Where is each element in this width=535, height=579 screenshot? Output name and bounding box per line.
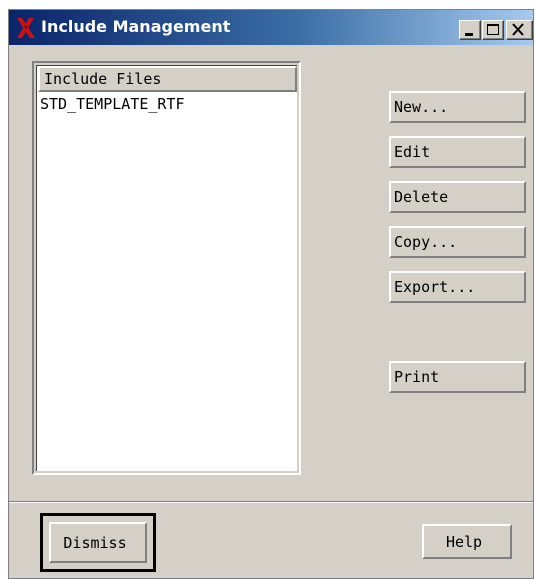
- edit-button[interactable]: Edit: [389, 136, 526, 168]
- minimize-icon: [465, 33, 473, 36]
- close-button[interactable]: [506, 20, 533, 40]
- list-items: STD_TEMPLATE_RTF: [39, 94, 295, 114]
- list-item[interactable]: STD_TEMPLATE_RTF: [39, 94, 295, 114]
- minimize-button[interactable]: [459, 20, 481, 40]
- include-files-list[interactable]: Include Files STD_TEMPLATE_RTF: [32, 61, 301, 475]
- default-button-frame: Dismiss: [40, 513, 156, 572]
- title-bar[interactable]: Include Management: [9, 10, 533, 45]
- maximize-button[interactable]: [482, 20, 504, 40]
- copy-button[interactable]: Copy...: [389, 226, 526, 258]
- dismiss-button[interactable]: Dismiss: [49, 522, 147, 563]
- delete-button[interactable]: Delete: [389, 181, 526, 213]
- close-icon: [512, 23, 524, 36]
- maximize-icon: [487, 24, 499, 35]
- list-area[interactable]: Include Files STD_TEMPLATE_RTF: [36, 65, 297, 471]
- include-management-window: Include Management Include Files STD_TEM…: [8, 9, 534, 579]
- x-window-system-icon: [17, 18, 35, 38]
- new-button[interactable]: New...: [389, 91, 526, 123]
- footer-separator: [9, 501, 533, 503]
- export-button[interactable]: Export...: [389, 271, 526, 303]
- print-button[interactable]: Print: [389, 361, 526, 393]
- list-header[interactable]: Include Files: [38, 66, 297, 92]
- help-button[interactable]: Help: [422, 524, 512, 559]
- window-title: Include Management: [41, 17, 231, 36]
